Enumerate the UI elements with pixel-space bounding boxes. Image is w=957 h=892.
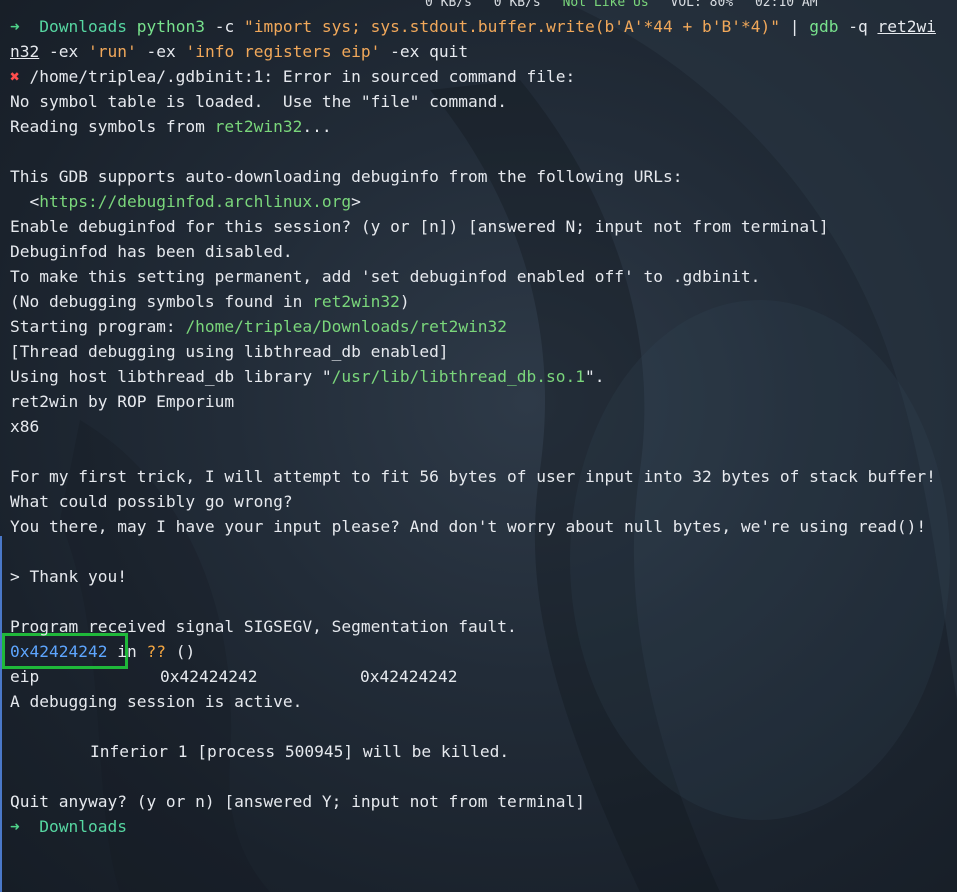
now-playing: Not Like Us	[562, 0, 649, 9]
prompt-line[interactable]: ➜ Downloads	[10, 814, 957, 839]
file-name: ret2win32	[214, 117, 303, 136]
target-binary-cont: n32	[10, 42, 40, 61]
output-line: Reading symbols from ret2win32...	[10, 114, 957, 139]
ex-run: 'run'	[88, 42, 137, 61]
arrow-right-icon: ➜	[10, 17, 20, 36]
output-line: <https://debuginfod.archlinux.org>	[10, 192, 361, 211]
target-binary: ret2wi	[877, 17, 936, 36]
output-text: Using host libthread_db library "	[10, 367, 332, 386]
output-line: Inferior 1 [process 500945] will be kill…	[10, 739, 957, 764]
output-line: A debugging session is active.	[10, 692, 303, 711]
output-line: Enable debuginfod for this session? (y o…	[10, 217, 829, 236]
output-text: Starting program:	[10, 317, 186, 336]
error-text: /home/triplea/.gdbinit:1: Error in sourc…	[29, 67, 576, 86]
ex-quit: quit	[429, 42, 469, 61]
pipe: |	[789, 17, 800, 36]
output-line: ✖ /home/triplea/.gdbinit:1: Error in sou…	[10, 64, 957, 89]
python-code: "import sys; sys.stdout.buffer.write(b'A…	[243, 17, 780, 36]
command-line: ➜ Downloads python3 -c "import sys; sys.…	[10, 14, 957, 39]
output-line: [Thread debugging using libthread_db ena…	[10, 342, 449, 361]
crash-line: 0x42424242 in ?? ()	[10, 639, 957, 664]
output-line: Using host libthread_db library "/usr/li…	[10, 364, 957, 389]
output-text: Inferior 1 [process 500945] will be kill…	[90, 742, 510, 761]
output-line: You there, may I have your input please?…	[10, 517, 927, 536]
output-text: ...	[302, 117, 332, 136]
output-text: ()	[165, 642, 196, 661]
net-up-readout: 0 KB/s	[493, 0, 541, 9]
volume-readout: VOL: 80%	[670, 0, 734, 9]
output-text: ".	[585, 367, 605, 386]
unknown-symbol: ??	[146, 642, 166, 661]
register-hex: 0x42424242	[160, 667, 258, 686]
ex-info: 'info registers eip'	[185, 42, 381, 61]
output-line: Starting program: /home/triplea/Download…	[10, 314, 957, 339]
opt-ex: -ex	[49, 42, 79, 61]
output-line: ret2win by ROP Emporium	[10, 392, 235, 411]
crash-address: 0x42424242	[10, 642, 108, 661]
output-line: This GDB supports auto-downloading debug…	[10, 167, 683, 186]
status-bar: 0 KB/s 0 KB/s Not Like Us VOL: 80% 02:10…	[425, 0, 832, 9]
cmd-gdb: gdb	[809, 17, 839, 36]
red-x-icon: ✖	[10, 67, 20, 86]
register-name: eip	[10, 667, 40, 686]
output-line: x86	[10, 417, 40, 436]
opt-q: -q	[848, 17, 868, 36]
register-line: eip 0x42424242 0x42424242	[10, 664, 957, 689]
output-line: For my first trick, I will attempt to fi…	[10, 467, 936, 486]
opt-c: -c	[214, 17, 235, 36]
output-text: )	[399, 292, 410, 311]
output-line: (No debugging symbols found in ret2win32…	[10, 289, 957, 314]
output-line: No symbol table is loaded. Use the "file…	[10, 92, 508, 111]
scroll-indicator	[0, 536, 2, 892]
output-line: What could possibly go wrong?	[10, 492, 293, 511]
library-path: /usr/lib/libthread_db.so.1	[331, 367, 585, 386]
debuginfod-url[interactable]: https://debuginfod.archlinux.org	[39, 192, 351, 211]
output-text: in	[107, 642, 147, 661]
arrow-right-icon: ➜	[10, 817, 20, 836]
clock: 02:10 AM	[754, 0, 818, 9]
prompt-directory: Downloads	[39, 17, 127, 36]
cmd-python: python3	[136, 17, 205, 36]
output-line: Quit anyway? (y or n) [answered Y; input…	[10, 792, 585, 811]
opt-ex: -ex	[146, 42, 176, 61]
output-line: Program received signal SIGSEGV, Segment…	[10, 617, 517, 636]
output-text: Reading symbols from	[10, 117, 215, 136]
output-text: (No debugging symbols found in	[10, 292, 313, 311]
prompt-directory: Downloads	[39, 817, 127, 836]
opt-ex: -ex	[390, 42, 420, 61]
program-path: /home/triplea/Downloads/ret2win32	[185, 317, 508, 336]
output-line: > Thank you!	[10, 567, 127, 586]
command-line-wrap: n32 -ex 'run' -ex 'info registers eip' -…	[10, 39, 957, 64]
net-down-readout: 0 KB/s	[425, 0, 472, 9]
file-name: ret2win32	[312, 292, 400, 311]
output-line: To make this setting permanent, add 'set…	[10, 267, 761, 286]
terminal-output[interactable]: ➜ Downloads python3 -c "import sys; sys.…	[10, 14, 957, 839]
register-value: 0x42424242	[360, 667, 458, 686]
output-line: Debuginfod has been disabled.	[10, 242, 293, 261]
